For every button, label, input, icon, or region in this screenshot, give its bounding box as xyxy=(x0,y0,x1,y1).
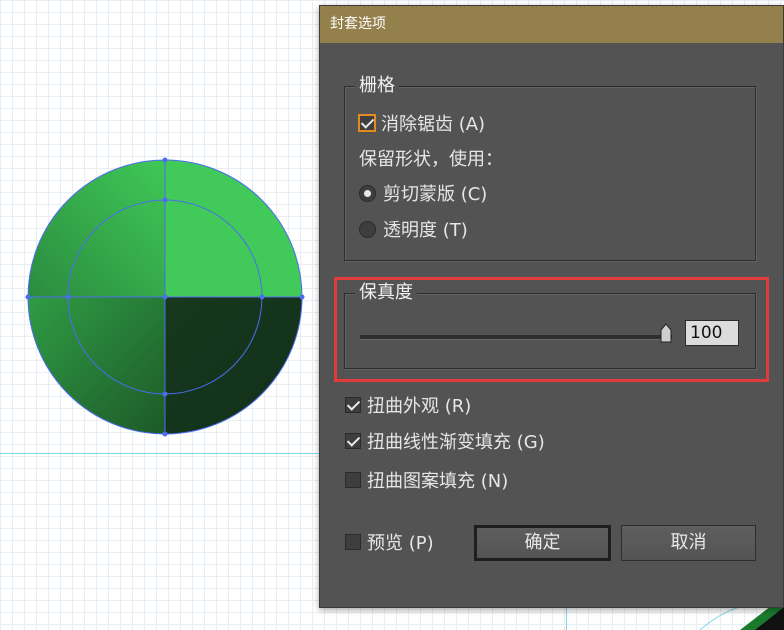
distort-pattern-row[interactable]: 扭曲图案填充 (N) xyxy=(345,467,508,493)
clip-mask-radio-row[interactable]: 剪切蒙版 (C) xyxy=(359,180,487,206)
distort-pattern-checkbox[interactable] xyxy=(345,472,361,488)
cancel-button[interactable]: 取消 xyxy=(621,525,756,561)
distort-appearance-row[interactable]: 扭曲外观 (R) xyxy=(345,392,471,418)
preview-label: 预览 (P) xyxy=(367,533,434,554)
antialias-label: 消除锯齿 (A) xyxy=(381,114,486,135)
transparency-radio-row[interactable]: 透明度 (T) xyxy=(359,216,468,242)
distort-appearance-label: 扭曲外观 (R) xyxy=(367,396,472,417)
preserve-shape-label: 保留形状，使用： xyxy=(359,145,503,171)
preview-checkbox[interactable] xyxy=(345,534,361,550)
distort-linear-gradient-label: 扭曲线性渐变填充 (G) xyxy=(367,432,545,453)
mesh-anchor-points[interactable] xyxy=(25,157,305,437)
preserve-shape-text: 保留形状，使用： xyxy=(359,149,503,170)
clip-mask-label: 剪切蒙版 (C) xyxy=(383,184,488,205)
annotation-highlight-box xyxy=(334,277,769,382)
antialias-checkbox-row[interactable]: 消除锯齿 (A) xyxy=(359,110,485,136)
distort-linear-gradient-row[interactable]: 扭曲线性渐变填充 (G) xyxy=(345,428,545,454)
dialog-title[interactable]: 封套选项 xyxy=(320,6,783,43)
transparency-label: 透明度 (T) xyxy=(383,220,468,241)
distort-pattern-label: 扭曲图案填充 (N) xyxy=(367,471,509,492)
distort-appearance-checkbox[interactable] xyxy=(345,397,361,413)
transparency-radio[interactable] xyxy=(359,220,376,238)
antialias-checkbox[interactable] xyxy=(359,115,375,131)
distort-linear-gradient-checkbox[interactable] xyxy=(345,433,361,449)
preview-row[interactable]: 预览 (P) xyxy=(345,529,434,555)
ok-button[interactable]: 确定 xyxy=(474,525,611,561)
clip-mask-radio[interactable] xyxy=(359,184,376,202)
raster-group-title: 栅格 xyxy=(355,74,399,98)
